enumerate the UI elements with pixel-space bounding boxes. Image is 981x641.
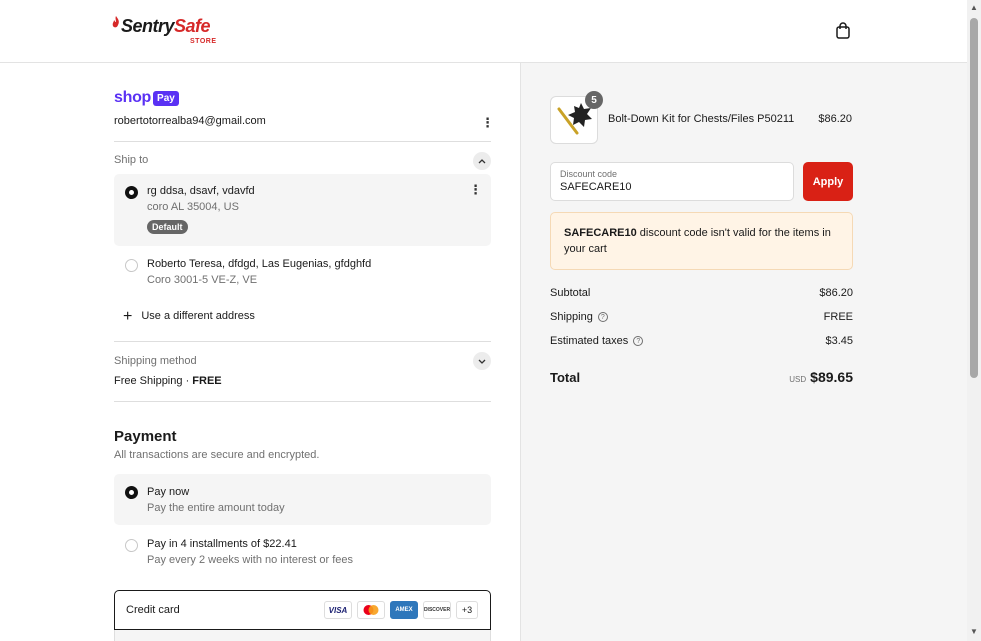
checkout-form: shop Pay robertotorrealba94@gmail.com ⋮ … bbox=[0, 63, 520, 641]
address-line2: Coro 3001-5 VE-Z, VE bbox=[147, 274, 258, 286]
shipping-row: Shipping? FREE bbox=[550, 311, 853, 323]
payment-subtitle: All transactions are secure and encrypte… bbox=[114, 449, 320, 461]
quantity-badge: 5 bbox=[585, 91, 603, 109]
total-row: Total USD $89.65 bbox=[550, 369, 853, 385]
default-badge: Default bbox=[147, 220, 188, 234]
visa-icon: VISA bbox=[324, 601, 352, 619]
address-menu-icon[interactable]: ⋮ bbox=[469, 183, 482, 197]
help-icon[interactable]: ? bbox=[633, 336, 644, 347]
card-icons: VISA AMEX DISCOVER +3 bbox=[324, 601, 478, 619]
scroll-thumb[interactable] bbox=[970, 18, 978, 378]
divider bbox=[114, 401, 491, 402]
address-line1: rg ddsa, dsavf, vdavfd bbox=[147, 185, 255, 197]
ship-to-label: Ship to bbox=[114, 154, 149, 166]
brand-name: SentrySafe bbox=[121, 16, 211, 36]
mastercard-icon bbox=[357, 601, 385, 619]
credit-card-form-area bbox=[114, 630, 491, 641]
amex-icon: AMEX bbox=[390, 601, 418, 619]
apply-button[interactable]: Apply bbox=[803, 162, 853, 201]
pay-now-title: Pay now bbox=[147, 486, 190, 498]
installments-radio[interactable] bbox=[125, 539, 138, 552]
subtotal-row: Subtotal $86.20 bbox=[550, 287, 853, 299]
address-line2: coro AL 35004, US bbox=[147, 201, 239, 213]
address-radio-1[interactable] bbox=[125, 186, 138, 199]
divider bbox=[114, 141, 491, 142]
divider bbox=[114, 341, 491, 342]
credit-card-label: Credit card bbox=[126, 604, 180, 616]
product-price: $86.20 bbox=[818, 113, 852, 125]
page-scrollbar[interactable]: ▲ ▼ bbox=[967, 0, 981, 641]
discount-code-input[interactable] bbox=[560, 181, 780, 193]
account-menu-icon[interactable]: ⋮ bbox=[481, 116, 494, 130]
discount-code-label: Discount code bbox=[560, 169, 618, 179]
header: SentrySafe STORE bbox=[0, 0, 967, 63]
currency-code: USD bbox=[789, 375, 807, 384]
shipping-method-label: Shipping method bbox=[114, 355, 197, 367]
pay-now-option[interactable] bbox=[114, 474, 491, 525]
account-email: robertotorrealba94@gmail.com bbox=[114, 115, 266, 127]
use-different-address-button[interactable]: + Use a different address bbox=[123, 307, 255, 325]
credit-card-option[interactable]: Credit card VISA AMEX DISCOVER +3 bbox=[114, 590, 491, 630]
installments-title[interactable]: Pay in 4 installments of $22.41 bbox=[147, 538, 297, 550]
pay-now-desc: Pay the entire amount today bbox=[147, 502, 285, 514]
help-icon[interactable]: ? bbox=[597, 312, 608, 323]
shipping-method-value: Free Shipping · FREE bbox=[114, 375, 222, 387]
discover-icon: DISCOVER bbox=[423, 601, 451, 619]
more-cards-badge: +3 bbox=[456, 601, 478, 619]
total-amount: $89.65 bbox=[810, 369, 853, 385]
chevron-up-icon[interactable] bbox=[473, 152, 491, 170]
scroll-down-icon[interactable]: ▼ bbox=[970, 628, 978, 636]
chevron-down-icon[interactable] bbox=[473, 352, 491, 370]
shopping-bag-icon[interactable] bbox=[834, 22, 852, 40]
order-summary: 5 Bolt-Down Kit for Chests/Files P50211 … bbox=[520, 63, 967, 641]
discount-code-field[interactable]: Discount code bbox=[550, 162, 794, 201]
installments-desc: Pay every 2 weeks with no interest or fe… bbox=[147, 554, 354, 566]
address-radio-2[interactable] bbox=[125, 259, 138, 272]
total-label: Total bbox=[550, 370, 581, 385]
sentrysafe-logo[interactable]: SentrySafe STORE bbox=[112, 16, 224, 48]
payment-title: Payment bbox=[114, 428, 177, 445]
address-line1[interactable]: Roberto Teresa, dfdgd, Las Eugenias, gfd… bbox=[147, 258, 371, 270]
scroll-up-icon[interactable]: ▲ bbox=[970, 4, 978, 12]
taxes-row: Estimated taxes? $3.45 bbox=[550, 335, 853, 347]
pay-now-radio[interactable] bbox=[125, 486, 138, 499]
discount-error-message: SAFECARE10 discount code isn't valid for… bbox=[550, 212, 853, 270]
plus-icon: + bbox=[123, 307, 133, 325]
shop-pay-logo[interactable]: shop Pay bbox=[114, 89, 179, 107]
product-name: Bolt-Down Kit for Chests/Files P50211 bbox=[608, 113, 795, 125]
brand-sub: STORE bbox=[190, 38, 217, 45]
